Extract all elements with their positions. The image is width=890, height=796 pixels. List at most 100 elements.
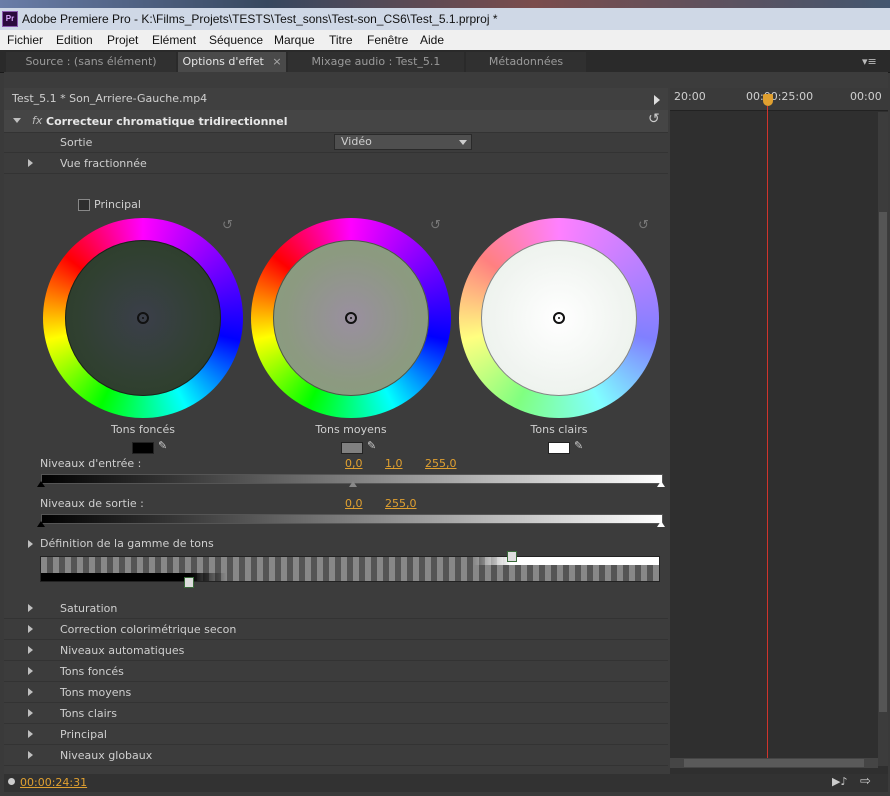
input-black-value[interactable]: 0,0: [345, 457, 363, 470]
shadows-eyedropper-icon[interactable]: ✎: [158, 439, 167, 452]
highlights-label: Tons clairs: [530, 423, 588, 436]
horizontal-scrollbar[interactable]: [670, 758, 878, 768]
midtones-swatch[interactable]: [341, 442, 363, 454]
output-row: Sortie Vidéo: [4, 132, 668, 153]
expand-tonal-range-icon[interactable]: [28, 540, 33, 548]
section-secondary-correction[interactable]: Correction colorimétrique secon: [4, 619, 668, 640]
expand-icon[interactable]: [28, 604, 33, 612]
menu-titre[interactable]: Titre: [329, 33, 353, 47]
reset-effect-icon[interactable]: ↺: [648, 111, 660, 127]
expand-icon[interactable]: [28, 625, 33, 633]
expand-icon[interactable]: [28, 751, 33, 759]
input-gamma-marker[interactable]: [349, 481, 357, 487]
expand-icon[interactable]: [28, 730, 33, 738]
play-audio-icon[interactable]: ▶♪: [832, 775, 847, 788]
effect-header[interactable]: fx Correcteur chromatique tridirectionne…: [4, 110, 668, 133]
section-master[interactable]: Principal: [4, 724, 668, 745]
panel-tab-bar: Source : (sans élément) Options d'effet …: [0, 50, 890, 73]
reset-midtones-icon[interactable]: ↺: [430, 218, 441, 233]
section-master-levels[interactable]: Niveaux globaux: [4, 745, 668, 766]
tab-metadata[interactable]: Métadonnées: [466, 52, 586, 72]
menu-marque[interactable]: Marque: [274, 33, 315, 47]
shadows-color-wheel[interactable]: [43, 218, 243, 418]
current-timecode[interactable]: 00:00:24:31: [20, 776, 87, 789]
menu-projet[interactable]: Projet: [107, 33, 138, 47]
menu-bar: Fichier Edition Projet Elément Séquence …: [0, 30, 890, 50]
expand-icon[interactable]: [28, 709, 33, 717]
output-dropdown[interactable]: Vidéo: [334, 134, 472, 150]
output-white-value[interactable]: 255,0: [385, 497, 417, 510]
output-black-value[interactable]: 0,0: [345, 497, 363, 510]
panel-menu-icon[interactable]: ▾≡: [862, 55, 877, 68]
vertical-scrollbar[interactable]: [878, 112, 888, 766]
tonal-range-bar[interactable]: [40, 556, 660, 582]
highlights-threshold-handle[interactable]: [507, 551, 517, 562]
output-dropdown-value: Vidéo: [341, 135, 372, 148]
highlights-swatch[interactable]: [548, 442, 570, 454]
menu-edition[interactable]: Edition: [56, 33, 93, 47]
section-label: Niveaux automatiques: [60, 644, 185, 657]
section-highlights[interactable]: Tons clairs: [4, 703, 668, 724]
midtones-label: Tons moyens: [315, 423, 387, 436]
input-levels-label: Niveaux d'entrée :: [40, 457, 142, 470]
expand-icon[interactable]: [28, 688, 33, 696]
output-white-marker[interactable]: [657, 521, 665, 527]
expand-icon[interactable]: [28, 667, 33, 675]
input-white-value[interactable]: 255,0: [425, 457, 457, 470]
tab-close-icon[interactable]: ×: [272, 55, 281, 68]
highlights-color-wheel[interactable]: [459, 218, 659, 418]
shadows-balance-handle[interactable]: [137, 312, 149, 324]
collapse-effect-icon[interactable]: [13, 118, 21, 123]
input-white-marker[interactable]: [657, 481, 665, 487]
output-levels-gradient[interactable]: [41, 514, 663, 524]
title-bar: Pr Adobe Premiere Pro - K:\Films_Projets…: [0, 8, 890, 30]
split-view-row[interactable]: Vue fractionnée: [4, 153, 668, 174]
menu-aide[interactable]: Aide: [420, 33, 444, 47]
output-black-marker[interactable]: [37, 521, 45, 527]
tab-source[interactable]: Source : (sans élément): [6, 52, 176, 72]
section-label: Tons foncés: [60, 665, 124, 678]
shadows-swatch[interactable]: [132, 442, 154, 454]
vertical-scrollbar-thumb[interactable]: [879, 212, 887, 712]
section-label: Principal: [60, 728, 107, 741]
clip-name: Test_5.1 * Son_Arriere-Gauche.mp4: [12, 92, 208, 105]
midtones-balance-handle[interactable]: [345, 312, 357, 324]
highlights-balance-handle[interactable]: [553, 312, 565, 324]
reset-shadows-icon[interactable]: ↺: [222, 218, 233, 233]
shadows-threshold-handle[interactable]: [184, 577, 194, 588]
input-gamma-value[interactable]: 1,0: [385, 457, 403, 470]
expand-timeline-icon[interactable]: [654, 95, 660, 105]
menu-element[interactable]: Elément: [152, 33, 196, 47]
expand-icon[interactable]: [28, 646, 33, 654]
tab-audio-mixer[interactable]: Mixage audio : Test_5.1: [288, 52, 464, 72]
reset-highlights-icon[interactable]: ↺: [638, 218, 649, 233]
status-bar: 00:00:24:31 ▶♪ ⇨: [4, 774, 888, 792]
timeline-ruler[interactable]: 20:00 00:00:25:00 00:00: [670, 88, 888, 111]
highlights-eyedropper-icon[interactable]: ✎: [574, 439, 583, 452]
timeline-area[interactable]: 20:00 00:00:25:00 00:00: [670, 88, 888, 774]
tab-effect-options[interactable]: Options d'effet ×: [178, 52, 286, 72]
midtones-eyedropper-icon[interactable]: ✎: [367, 439, 376, 452]
input-black-marker[interactable]: [37, 481, 45, 487]
output-label: Sortie: [60, 136, 93, 149]
effect-name: Correcteur chromatique tridirectionnel: [46, 115, 288, 128]
midtones-color-wheel[interactable]: [251, 218, 451, 418]
section-auto-levels[interactable]: Niveaux automatiques: [4, 640, 668, 661]
playhead-handle[interactable]: [763, 94, 773, 106]
section-midtones[interactable]: Tons moyens: [4, 682, 668, 703]
tab-effect-options-label: Options d'effet: [182, 55, 264, 68]
menu-fenetre[interactable]: Fenêtre: [367, 33, 408, 47]
filter-icon[interactable]: [8, 778, 15, 785]
fx-icon[interactable]: fx: [32, 114, 42, 127]
section-label: Niveaux globaux: [60, 749, 153, 762]
menu-fichier[interactable]: Fichier: [7, 33, 43, 47]
ruler-label-3: 00:00: [850, 90, 882, 103]
horizontal-scrollbar-thumb[interactable]: [684, 759, 864, 767]
export-icon[interactable]: ⇨: [860, 774, 871, 789]
menu-sequence[interactable]: Séquence: [209, 33, 263, 47]
top-strip: [0, 0, 890, 8]
principal-checkbox[interactable]: [78, 199, 90, 211]
expand-icon[interactable]: [28, 159, 33, 167]
section-saturation[interactable]: Saturation: [4, 598, 668, 619]
section-shadows[interactable]: Tons foncés: [4, 661, 668, 682]
